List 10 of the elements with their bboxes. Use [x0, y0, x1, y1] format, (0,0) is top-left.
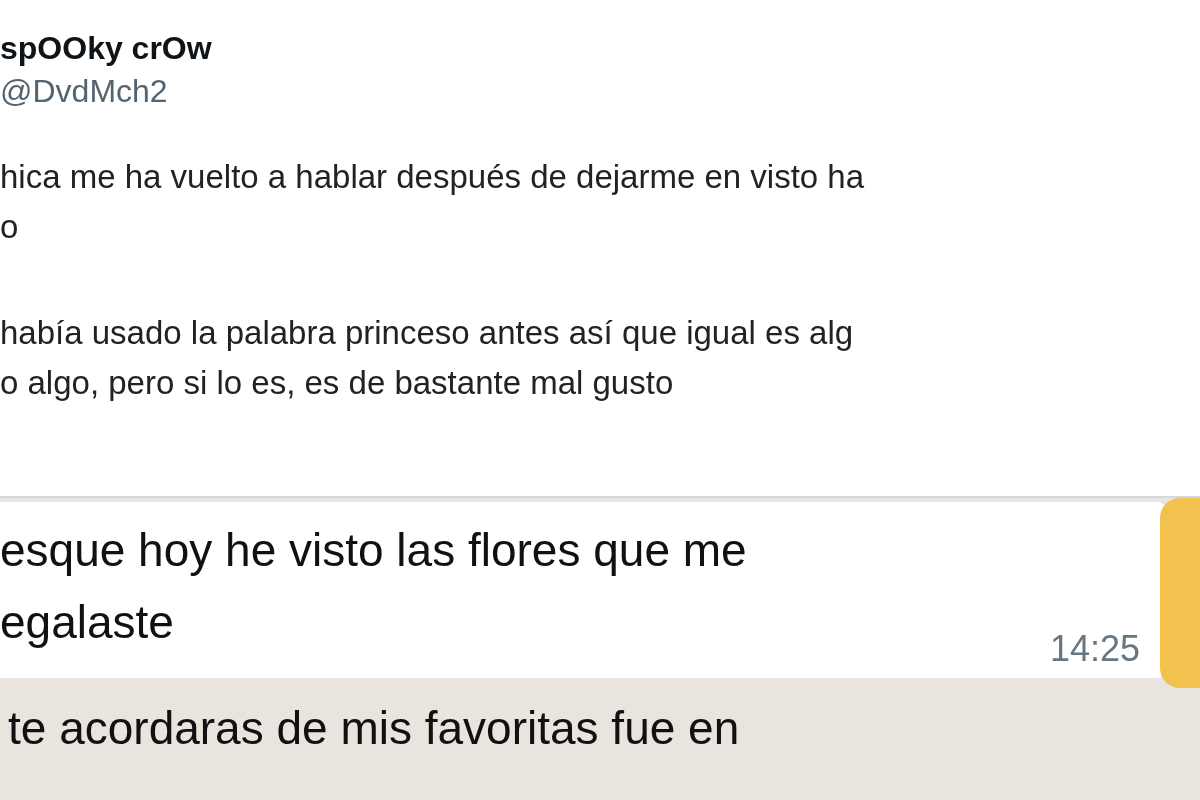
tweet-text: o: [0, 207, 19, 247]
message-time: 14:25: [1049, 628, 1140, 670]
message-text: esque hoy he visto las flores que me: [0, 523, 747, 578]
tweet-text: hica me ha vuelto a hablar después de dejarme en visto ha: [0, 157, 865, 197]
display-name: spOOky crOw: [0, 30, 212, 67]
message-text: te acordaras de mis favoritas fue en: [8, 701, 740, 756]
tweet-text: o algo, pero si lo es, es de bastante mal gusto: [0, 363, 674, 403]
tweet-text: había usado la palabra princeso antes así que igual es alg: [0, 313, 854, 353]
message-text: egalaste: [0, 595, 174, 650]
user-handle: @DvdMch2: [0, 73, 168, 110]
